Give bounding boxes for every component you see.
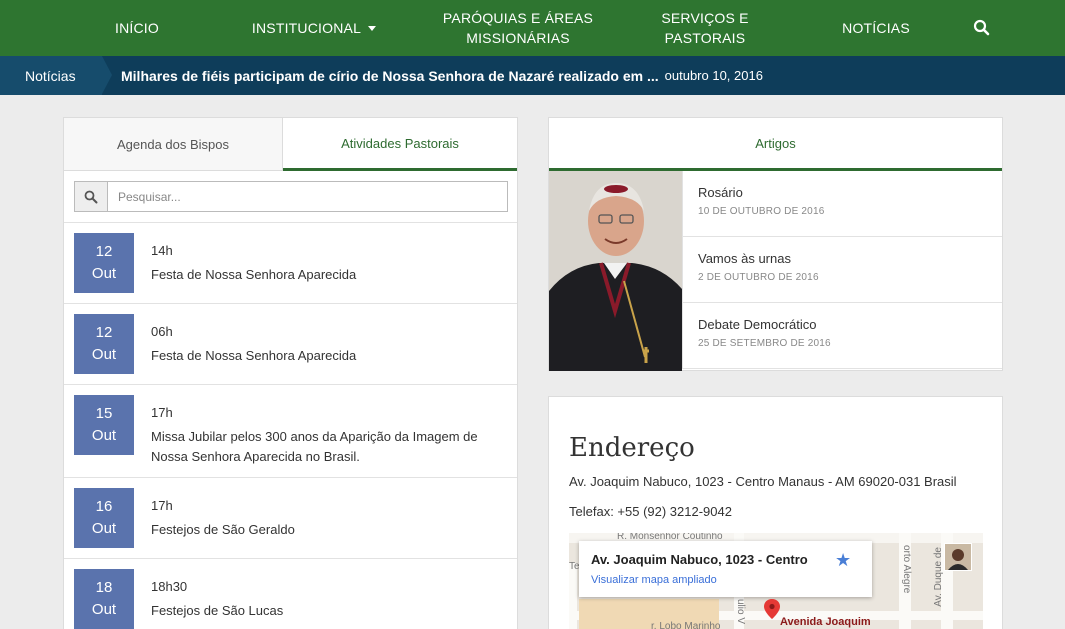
event-title: Festejos de São Lucas <box>151 603 284 618</box>
map-street-label: ulio V <box>735 599 746 625</box>
nav-item-institucional[interactable]: Institucional <box>248 0 380 56</box>
nav-item-servicos[interactable]: Serviços e Pastorais <box>622 0 788 56</box>
date-day: 16 <box>95 498 113 515</box>
search-icon <box>75 182 108 211</box>
ticker-headline-link[interactable]: Milhares de fiéis participam de círio de… <box>121 56 763 95</box>
date-month: Out <box>91 601 117 618</box>
date-day: 18 <box>95 579 113 596</box>
nav-item-label: Paróquias e Áreas <box>442 10 594 26</box>
artigos-panel: Artigos Rosário 10 de Outubro de 2016 Va… <box>548 117 1003 371</box>
artigos-header: Artigos <box>549 118 1002 171</box>
main-nav: Início Institucional Paróquias e Áreas M… <box>0 0 1065 56</box>
article-date: 10 de Outubro de 2016 <box>698 206 825 217</box>
search-icon[interactable] <box>972 18 992 38</box>
map-marker-label: Avenida Joaquim <box>780 616 871 628</box>
date-month: Out <box>91 520 117 537</box>
event-time: 14h <box>151 243 173 258</box>
view-larger-map-link[interactable]: Visualizar mapa ampliado <box>591 574 717 586</box>
date-month: Out <box>91 346 117 363</box>
list-item[interactable]: Vamos às urnas 2 de Outubro de 2016 <box>682 237 1002 303</box>
nav-item-label: Institucional <box>251 20 362 36</box>
map-card-title: Av. Joaquim Nabuco, 1023 - Centro <box>591 552 808 567</box>
event-time: 18h30 <box>151 579 188 594</box>
date-day: 12 <box>95 324 113 341</box>
event-title: Festa de Nossa Senhora Aparecida <box>151 348 357 363</box>
map-street-label: orto Alegre <box>901 545 912 594</box>
article-date: 2 de Outubro de 2016 <box>698 272 819 283</box>
event-time: 17h <box>151 405 173 420</box>
tab-atividades-pastorais[interactable]: Atividades Pastorais <box>283 118 517 171</box>
date-badge: 12 Out <box>74 233 134 293</box>
search-input[interactable] <box>109 182 507 211</box>
event-title: Festejos de São Geraldo <box>151 522 295 537</box>
list-item[interactable]: Rosário 10 de Outubro de 2016 <box>682 171 1002 237</box>
date-badge: 16 Out <box>74 488 134 548</box>
map-street-label: Av. Duque de <box>933 547 944 607</box>
date-badge: 18 Out <box>74 569 134 629</box>
nav-item-noticias[interactable]: Notícias <box>834 0 918 56</box>
agenda-tabs: Agenda dos Bispos Atividades Pastorais <box>64 118 517 171</box>
list-item[interactable]: 16 Out 17h Festejos de São Geraldo <box>64 477 517 558</box>
article-title: Rosário <box>698 185 743 200</box>
address-text: Av. Joaquim Nabuco, 1023 - Centro Manaus… <box>569 474 957 489</box>
map-street-label: Te <box>569 561 580 572</box>
nav-item-inicio[interactable]: Início <box>98 0 176 56</box>
phone-text: Telefax: +55 (92) 3212-9042 <box>569 504 732 519</box>
event-time: 17h <box>151 498 173 513</box>
list-item[interactable]: 12 Out 06h Festa de Nossa Senhora Aparec… <box>64 303 517 384</box>
address-panel: Endereço Av. Joaquim Nabuco, 1023 - Cent… <box>548 396 1003 629</box>
tab-agenda-dos-bispos[interactable]: Agenda dos Bispos <box>64 118 283 171</box>
event-time: 06h <box>151 324 173 339</box>
address-title: Endereço <box>569 433 695 463</box>
article-date: 25 de Setembro de 2016 <box>698 338 831 349</box>
agenda-search <box>74 181 508 212</box>
list-item[interactable]: 18 Out 18h30 Festejos de São Lucas <box>64 558 517 629</box>
date-month: Out <box>91 427 117 444</box>
nav-item-paroquias[interactable]: Paróquias e Áreas Missionárias <box>438 0 598 56</box>
list-item[interactable]: 15 Out 17h Missa Jubilar pelos 300 anos … <box>64 384 517 477</box>
ticker-date: outubro 10, 2016 <box>664 68 763 83</box>
date-badge: 12 Out <box>74 314 134 374</box>
map-info-card: Av. Joaquim Nabuco, 1023 - Centro Visual… <box>579 541 872 597</box>
nav-item-label: Missionárias <box>466 30 570 46</box>
agenda-panel: Agenda dos Bispos Atividades Pastorais 1… <box>63 117 518 629</box>
article-title: Vamos às urnas <box>698 251 791 266</box>
list-item[interactable]: Debate Democrático 25 de Setembro de 201… <box>682 303 1002 369</box>
caret-down-icon <box>368 25 377 31</box>
star-icon[interactable]: ★ <box>835 550 851 571</box>
article-title: Debate Democrático <box>698 317 817 332</box>
date-day: 12 <box>95 243 113 260</box>
date-badge: 15 Out <box>74 395 134 455</box>
map-pin-icon[interactable] <box>764 599 780 619</box>
author-photo[interactable] <box>549 171 682 371</box>
embedded-map[interactable]: R. Monsenhor Coutinho orto Alegre Av. Du… <box>569 533 983 629</box>
date-day: 15 <box>95 405 113 422</box>
news-ticker: Notícias Milhares de fiéis participam de… <box>0 56 1065 95</box>
event-title: Festa de Nossa Senhora Aparecida <box>151 267 357 282</box>
ticker-label: Notícias <box>0 56 112 95</box>
avatar[interactable] <box>944 543 972 571</box>
event-title: Missa Jubilar pelos 300 anos da Aparição… <box>151 429 478 464</box>
list-item[interactable]: 12 Out 14h Festa de Nossa Senhora Aparec… <box>64 222 517 303</box>
ticker-headline: Milhares de fiéis participam de círio de… <box>121 67 659 84</box>
map-street-label: r. Lobo Marinho <box>651 621 721 629</box>
date-month: Out <box>91 265 117 282</box>
